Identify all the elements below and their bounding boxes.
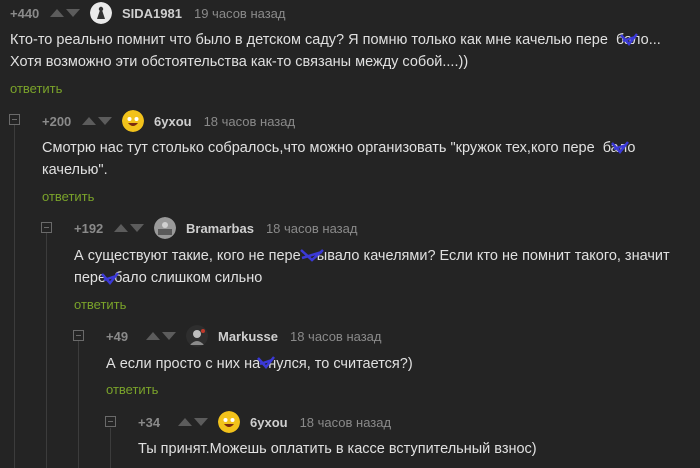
- comment-header: +200 6yxou 18 часов назад: [42, 109, 295, 133]
- comment-header: +440 SIDA1981 19 часов назад: [10, 1, 286, 25]
- collapse-thread-icon[interactable]: [9, 114, 20, 125]
- censor-scribble: [611, 141, 629, 154]
- comment-username[interactable]: SIDA1981: [122, 6, 182, 21]
- avatar[interactable]: [122, 110, 144, 132]
- downvote-icon[interactable]: [130, 224, 144, 232]
- avatar[interactable]: [218, 411, 240, 433]
- comment-header: +34 6yxou 18 часов назад: [138, 410, 391, 434]
- comment-header: +49 Markusse 18 часов назад: [106, 324, 382, 348]
- censor-scribble: [257, 356, 275, 369]
- comment-time[interactable]: 18 часов назад: [300, 415, 392, 430]
- upvote-icon[interactable]: [50, 9, 64, 17]
- thread-line: [110, 428, 111, 468]
- upvote-icon[interactable]: [82, 117, 96, 125]
- reply-link[interactable]: ответить: [74, 297, 126, 312]
- comment-username[interactable]: Markusse: [218, 329, 278, 344]
- upvote-icon[interactable]: [178, 418, 192, 426]
- censor-scribble: [101, 272, 119, 285]
- comment-text-line: пере бало слишком сильно: [74, 270, 263, 286]
- downvote-icon[interactable]: [162, 332, 176, 340]
- comment-text: Кто-то реально помнит что было в детском…: [10, 29, 661, 73]
- censor-scribble: [300, 249, 324, 262]
- comment-time[interactable]: 18 часов назад: [266, 221, 358, 236]
- comment-rating: +34: [138, 414, 161, 430]
- collapse-thread-icon[interactable]: [73, 330, 84, 341]
- comment-text-line: качелью".: [42, 162, 108, 178]
- avatar[interactable]: [90, 2, 112, 24]
- comment-header: +192 Bramarbas 18 часов назад: [74, 216, 357, 240]
- reply-link[interactable]: ответить: [10, 81, 62, 96]
- vote-controls: [114, 224, 144, 232]
- vote-controls: [50, 9, 80, 17]
- comment-text-line: Смотрю нас тут столько собралось,что мож…: [42, 140, 636, 156]
- collapse-thread-icon[interactable]: [105, 416, 116, 427]
- collapse-thread-icon[interactable]: [41, 222, 52, 233]
- avatar[interactable]: [154, 217, 176, 239]
- censor-scribble: [620, 33, 638, 46]
- comment-text: Смотрю нас тут столько собралось,что мож…: [42, 137, 635, 181]
- comment-time[interactable]: 18 часов назад: [290, 329, 382, 344]
- avatar[interactable]: [186, 325, 208, 347]
- upvote-icon[interactable]: [114, 224, 128, 232]
- comment-time[interactable]: 18 часов назад: [204, 114, 296, 129]
- reply-link[interactable]: ответить: [42, 189, 94, 204]
- comment-text: Ты принят.Можешь оплатить в кассе вступи…: [138, 438, 537, 460]
- thread-line: [14, 125, 15, 468]
- reply-link[interactable]: ответить: [106, 382, 158, 397]
- comment-text: А существуют такие, кого не пере ывало к…: [74, 245, 670, 289]
- downvote-icon[interactable]: [66, 9, 80, 17]
- thread-line: [46, 233, 47, 468]
- thread-line: [78, 340, 79, 468]
- comment-username[interactable]: 6yxou: [250, 415, 288, 430]
- vote-controls: [178, 418, 208, 426]
- downvote-icon[interactable]: [98, 117, 112, 125]
- comment-rating: +49: [106, 328, 129, 344]
- comment-text-line: А существуют такие, кого не пере ывало к…: [74, 248, 670, 264]
- downvote-icon[interactable]: [194, 418, 208, 426]
- comment-text-line: Хотя возможно эти обстоятельства как-то …: [10, 54, 469, 70]
- comment-rating: +440: [10, 5, 40, 21]
- comment-rating: +192: [74, 220, 104, 236]
- comment-rating: +200: [42, 113, 72, 129]
- comment-time[interactable]: 19 часов назад: [194, 6, 286, 21]
- upvote-icon[interactable]: [146, 332, 160, 340]
- comment-username[interactable]: 6yxou: [154, 114, 192, 129]
- vote-controls: [146, 332, 176, 340]
- comment-username[interactable]: Bramarbas: [186, 221, 254, 236]
- vote-controls: [82, 117, 112, 125]
- comment-text-line: Ты принят.Можешь оплатить в кассе вступи…: [138, 441, 537, 457]
- comment-text-line: Кто-то реально помнит что было в детском…: [10, 32, 661, 48]
